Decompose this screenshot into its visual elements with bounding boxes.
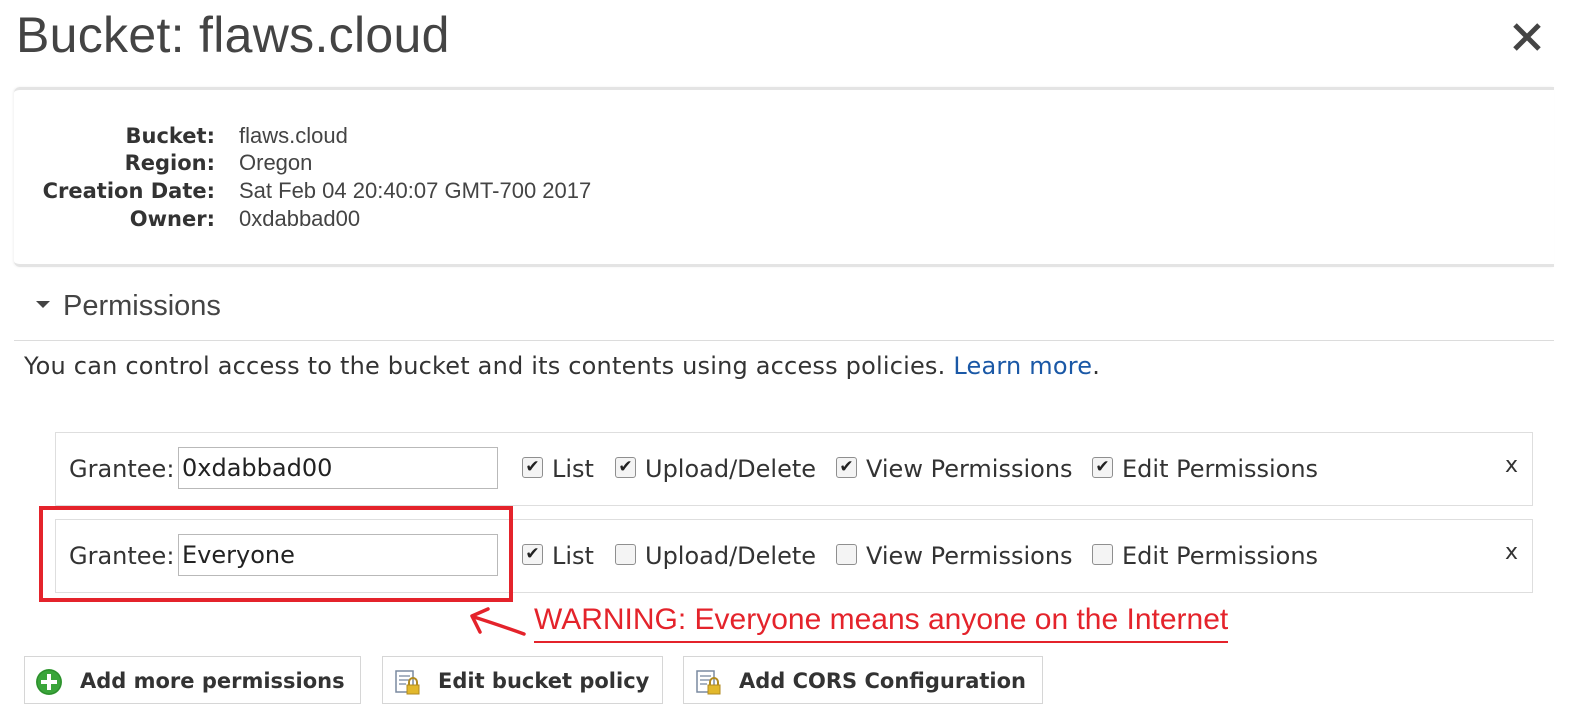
close-icon	[1513, 23, 1541, 51]
plus-circle-icon	[36, 669, 62, 695]
view-permissions-label: View Permissions	[866, 455, 1073, 483]
list-checkbox[interactable]: ✔ List	[522, 542, 594, 570]
checkbox-box[interactable]: ✔	[522, 543, 543, 565]
list-label: List	[552, 455, 594, 483]
upload-delete-label: Upload/Delete	[645, 455, 817, 483]
upload-delete-label: Upload/Delete	[645, 542, 817, 570]
checkbox-box[interactable]	[1092, 543, 1113, 565]
remove-grant-button[interactable]: x	[1505, 540, 1518, 565]
annotation-warning: WARNING: Everyone means anyone on the In…	[534, 603, 1229, 643]
button-label: Add CORS Configuration	[739, 669, 1026, 693]
checkbox-box[interactable]: ✔	[522, 456, 543, 478]
description-text: You can control access to the bucket and…	[24, 352, 946, 380]
checkbox-box[interactable]	[836, 543, 857, 565]
annotation-arrow-icon	[470, 607, 526, 636]
grant-row-everyone: Grantee: ✔ List Upload/Delete View Permis…	[55, 519, 1533, 593]
view-permissions-checkbox[interactable]: ✔ View Permissions	[836, 455, 1073, 483]
list-checkbox[interactable]: ✔ List	[522, 455, 594, 483]
grantee-input[interactable]	[178, 447, 498, 489]
upload-delete-checkbox[interactable]: Upload/Delete	[615, 542, 816, 570]
info-label: Owner:	[129, 207, 215, 231]
info-row-creation-date: Creation Date: Sat Feb 04 20:40:07 GMT-7…	[0, 177, 700, 205]
learn-more-link[interactable]: Learn more	[953, 352, 1092, 380]
remove-grant-button[interactable]: x	[1505, 453, 1518, 478]
document-lock-icon	[696, 670, 721, 695]
section-divider	[14, 340, 1554, 341]
grantee-input[interactable]	[178, 534, 498, 576]
info-label: Creation Date:	[42, 179, 215, 203]
info-row-region: Region: Oregon	[0, 149, 700, 177]
edit-permissions-checkbox[interactable]: Edit Permissions	[1092, 542, 1318, 570]
edit-permissions-label: Edit Permissions	[1122, 542, 1319, 570]
dialog-title: Bucket: flaws.cloud	[16, 7, 450, 63]
add-more-permissions-button[interactable]: Add more permissions	[24, 656, 361, 704]
checkbox-box[interactable]	[615, 543, 636, 565]
info-label: Bucket:	[125, 124, 216, 148]
info-value: 0xdabbad00	[239, 206, 361, 231]
document-lock-icon	[395, 670, 420, 695]
upload-delete-checkbox[interactable]: ✔ Upload/Delete	[615, 455, 816, 483]
edit-permissions-checkbox[interactable]: ✔ Edit Permissions	[1092, 455, 1318, 483]
button-label: Edit bucket policy	[438, 669, 650, 693]
edit-permissions-label: Edit Permissions	[1122, 455, 1319, 483]
add-cors-configuration-button[interactable]: Add CORS Configuration	[683, 656, 1043, 704]
grant-row-owner: Grantee: ✔ List ✔ Upload/Delete ✔ View Perm…	[55, 432, 1533, 506]
close-button[interactable]	[1503, 12, 1551, 60]
button-label: Add more permissions	[80, 669, 345, 693]
description-end: .	[1092, 352, 1101, 380]
info-row-owner: Owner: 0xdabbad00	[0, 205, 700, 233]
grantee-label: Grantee:	[69, 455, 175, 483]
info-value: Oregon	[239, 150, 313, 175]
checkbox-box[interactable]: ✔	[836, 456, 857, 478]
info-label: Region:	[124, 151, 215, 175]
permissions-description: You can control access to the bucket and…	[24, 352, 1100, 380]
grantee-label: Grantee:	[69, 542, 175, 570]
list-label: List	[552, 542, 594, 570]
permissions-section-toggle[interactable]: Permissions	[36, 286, 221, 326]
permissions-header: Permissions	[63, 290, 221, 322]
info-value: Sat Feb 04 20:40:07 GMT-700 2017	[239, 178, 592, 203]
view-permissions-checkbox[interactable]: View Permissions	[836, 542, 1073, 570]
info-row-bucket: Bucket: flaws.cloud	[0, 122, 700, 150]
view-permissions-label: View Permissions	[866, 542, 1073, 570]
info-value: flaws.cloud	[239, 123, 348, 148]
checkbox-box[interactable]: ✔	[615, 456, 636, 478]
caret-down-icon	[36, 300, 50, 308]
checkbox-box[interactable]: ✔	[1092, 456, 1113, 478]
edit-bucket-policy-button[interactable]: Edit bucket policy	[382, 656, 663, 704]
